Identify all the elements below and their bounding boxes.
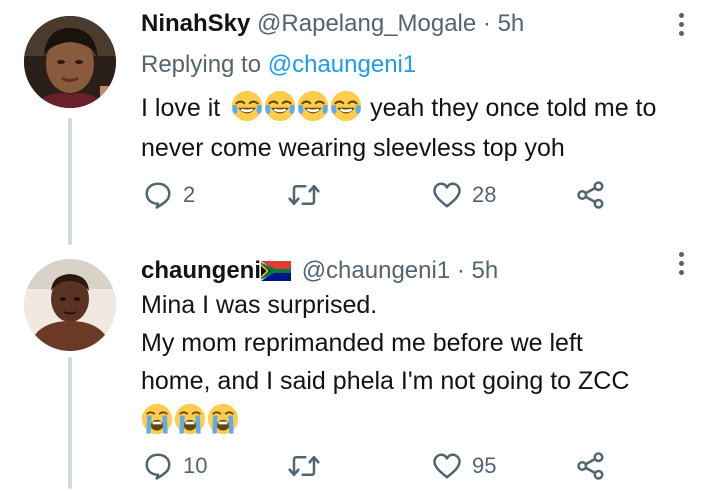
tweet-text: I love it yeah they once told me to neve… [141,88,656,168]
like-count: 28 [472,182,497,207]
face-with-tears-of-joy-icon [231,90,263,122]
heart-icon [433,453,461,479]
retweet-button[interactable] [287,180,331,210]
separator: · [456,257,465,284]
retweet-button[interactable] [287,451,331,481]
separator: · [482,10,491,37]
more-vertical-icon[interactable] [676,12,688,42]
share-icon [577,181,604,209]
reply-count: 10 [183,453,208,478]
reply-button[interactable]: 2 [143,180,195,210]
replying-to: Replying to @chaungeni1 [141,51,416,79]
thread-line [68,357,72,489]
thread-line [68,118,72,245]
mention-link[interactable]: @chaungeni1 [268,51,416,78]
tweet-header: NinahSky @Rapelang_Mogale · 5h [141,10,524,38]
tweet-text-line: home, and I said phela I'm not going to … [141,367,630,395]
replying-prefix: Replying to [141,51,262,78]
tweet-text-line: never come wearing sleevless top yoh [141,134,565,162]
face-with-tears-of-joy-icon [297,90,329,122]
share-icon [577,452,604,480]
retweet-icon [288,185,320,205]
tweet[interactable]: chaungeni @chaungeni1 · 5h Mina I was su… [0,245,720,491]
loudly-crying-face-icon [207,403,239,435]
south-africa-flag-icon [261,261,292,281]
reply-count: 2 [183,182,196,207]
share-button[interactable] [576,180,606,210]
face-with-tears-of-joy-icon [330,90,362,122]
timestamp[interactable]: 5h [472,257,499,284]
loudly-crying-face-icon [141,403,173,435]
face-with-tears-of-joy-icon [264,90,296,122]
display-name[interactable]: chaungeni [141,257,261,284]
retweet-icon [288,456,320,476]
avatar[interactable] [24,259,116,351]
tweet-text-end: yeah they once told me to [370,94,657,122]
emoji-group [231,94,370,122]
timestamp[interactable]: 5h [498,10,525,37]
display-name[interactable]: NinahSky [141,10,250,37]
heart-icon [433,182,461,208]
handle[interactable]: @chaungeni1 [302,257,450,284]
tweet-text: Mina I was surprised. My mom reprimanded… [141,286,629,440]
like-button[interactable]: 28 [432,180,496,210]
speech-bubble-icon [145,182,171,209]
tweet[interactable]: NinahSky @Rapelang_Mogale · 5h Replying … [0,0,720,245]
like-button[interactable]: 95 [432,451,496,481]
more-vertical-icon[interactable] [676,251,688,281]
loudly-crying-face-icon [174,403,206,435]
avatar[interactable] [24,16,116,108]
tweet-text-line: My mom reprimanded me before we left [141,329,583,357]
handle[interactable]: @Rapelang_Mogale [257,10,476,37]
tweet-text-start: I love it [141,94,221,122]
tweet-text-line: Mina I was surprised. [141,291,378,319]
speech-bubble-icon [145,453,171,480]
share-button[interactable] [576,451,606,481]
tweet-header: chaungeni @chaungeni1 · 5h [141,257,498,285]
emoji-group [141,402,629,440]
like-count: 95 [472,453,497,478]
reply-button[interactable]: 10 [143,451,207,481]
